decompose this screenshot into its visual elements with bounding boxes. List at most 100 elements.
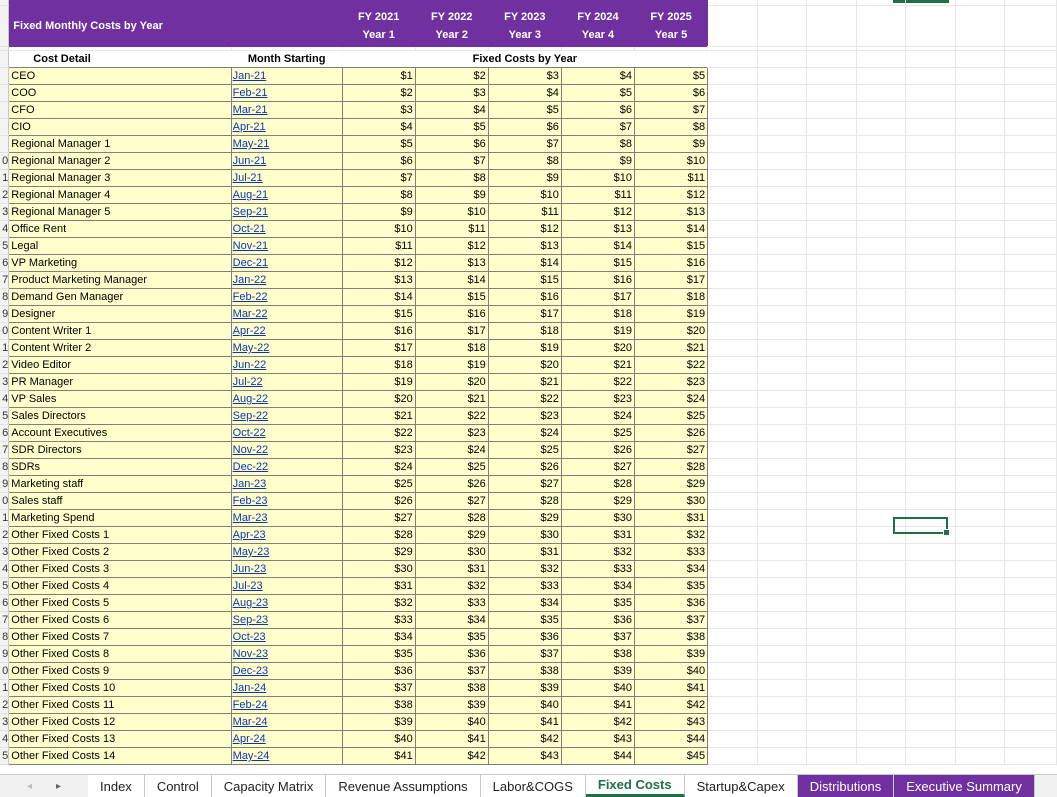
fixed-cost-value[interactable]: $24 (560, 407, 635, 425)
empty-cell[interactable] (806, 594, 857, 612)
empty-cell[interactable] (1004, 713, 1057, 731)
empty-cell[interactable] (806, 271, 857, 289)
fixed-cost-value[interactable]: $44 (633, 730, 709, 748)
empty-cell[interactable] (856, 492, 907, 510)
fixed-cost-value[interactable]: $3 (487, 67, 562, 85)
fixed-cost-value[interactable]: $36 (414, 645, 489, 663)
empty-cell[interactable] (806, 679, 857, 697)
fixed-cost-value[interactable]: $43 (633, 713, 709, 731)
fixed-cost-value[interactable]: $35 (414, 628, 489, 646)
fixed-cost-value[interactable]: $9 (633, 135, 709, 153)
fixed-cost-value[interactable]: $12 (487, 220, 562, 238)
fixed-cost-value[interactable]: $16 (633, 254, 709, 272)
empty-cell[interactable] (707, 713, 758, 731)
fixed-cost-value[interactable]: $43 (560, 730, 635, 748)
cost-detail-cell[interactable]: Other Fixed Costs 7 (8, 628, 232, 646)
empty-cell[interactable] (856, 288, 907, 306)
fixed-cost-value[interactable]: $42 (487, 730, 562, 748)
empty-cell[interactable] (757, 373, 808, 391)
fixed-cost-value[interactable]: $14 (341, 288, 416, 306)
month-starting-link[interactable]: May-24 (230, 747, 343, 765)
empty-cell[interactable] (905, 186, 956, 204)
month-starting-link[interactable]: Feb-22 (230, 288, 343, 306)
month-starting-link[interactable]: Aug-23 (230, 594, 343, 612)
empty-cell[interactable] (955, 424, 1006, 442)
fixed-cost-value[interactable]: $44 (560, 747, 635, 765)
empty-cell[interactable] (856, 169, 907, 187)
month-starting-link[interactable]: Oct-22 (230, 424, 343, 442)
fixed-cost-value[interactable]: $24 (487, 424, 562, 442)
empty-cell[interactable] (806, 560, 857, 578)
cost-detail-cell[interactable]: CEO (8, 67, 232, 85)
fixed-cost-value[interactable]: $37 (414, 662, 489, 680)
empty-cell[interactable] (856, 50, 907, 68)
fixed-cost-value[interactable]: $23 (487, 407, 562, 425)
empty-cell[interactable] (955, 526, 1006, 544)
empty-cell[interactable] (955, 271, 1006, 289)
fixed-cost-value[interactable]: $4 (560, 67, 635, 85)
empty-cell[interactable] (707, 560, 758, 578)
empty-cell[interactable] (757, 458, 808, 476)
month-starting-link[interactable]: Aug-21 (230, 186, 343, 204)
fixed-cost-value[interactable]: $22 (633, 356, 709, 374)
empty-cell[interactable] (905, 169, 956, 187)
empty-cell[interactable] (707, 101, 758, 119)
empty-cell[interactable] (1004, 118, 1057, 136)
fixed-cost-value[interactable]: $40 (414, 713, 489, 731)
empty-cell[interactable] (757, 67, 808, 85)
empty-cell[interactable] (905, 322, 956, 340)
month-starting-link[interactable]: Jul-21 (230, 169, 343, 187)
fixed-cost-value[interactable]: $8 (414, 169, 489, 187)
month-starting-link[interactable]: Mar-23 (230, 509, 343, 527)
empty-cell[interactable] (1004, 254, 1057, 272)
fixed-cost-value[interactable]: $21 (341, 407, 416, 425)
empty-cell[interactable] (856, 611, 907, 629)
cost-detail-cell[interactable]: CIO (8, 118, 232, 136)
fixed-cost-value[interactable]: $30 (487, 526, 562, 544)
empty-cell[interactable] (806, 220, 857, 238)
empty-cell[interactable] (955, 441, 1006, 459)
fixed-cost-value[interactable]: $39 (487, 679, 562, 697)
empty-cell[interactable] (806, 458, 857, 476)
month-starting-link[interactable]: Jul-22 (230, 373, 343, 391)
fixed-cost-value[interactable]: $22 (560, 373, 635, 391)
empty-cell[interactable] (806, 67, 857, 85)
empty-cell[interactable] (1004, 696, 1057, 714)
empty-cell[interactable] (905, 271, 956, 289)
empty-cell[interactable] (905, 458, 956, 476)
cost-detail-cell[interactable]: Regional Manager 2 (8, 152, 232, 170)
empty-cell[interactable] (1004, 747, 1057, 765)
empty-cell[interactable] (757, 730, 808, 748)
fixed-cost-value[interactable]: $4 (414, 101, 489, 119)
empty-cell[interactable] (955, 101, 1006, 119)
empty-cell[interactable] (806, 186, 857, 204)
fixed-cost-value[interactable]: $26 (341, 492, 416, 510)
empty-cell[interactable] (757, 356, 808, 374)
empty-cell[interactable] (707, 696, 758, 714)
fixed-cost-value[interactable]: $34 (341, 628, 416, 646)
fixed-cost-value[interactable]: $6 (633, 84, 709, 102)
fixed-cost-value[interactable]: $42 (414, 747, 489, 765)
cost-detail-cell[interactable]: Demand Gen Manager (8, 288, 232, 306)
fixed-cost-value[interactable]: $35 (633, 577, 709, 595)
fixed-cost-value[interactable]: $17 (487, 305, 562, 323)
cost-detail-cell[interactable]: Other Fixed Costs 6 (8, 611, 232, 629)
cost-detail-cell[interactable]: Other Fixed Costs 8 (8, 645, 232, 663)
empty-cell[interactable] (1004, 679, 1057, 697)
empty-cell[interactable] (905, 356, 956, 374)
empty-cell[interactable] (1004, 288, 1057, 306)
fixed-cost-value[interactable]: $20 (341, 390, 416, 408)
fixed-cost-value[interactable]: $32 (633, 526, 709, 544)
empty-cell[interactable] (806, 203, 857, 221)
fixed-cost-value[interactable]: $39 (414, 696, 489, 714)
fixed-cost-value[interactable]: $11 (341, 237, 416, 255)
fixed-cost-value[interactable]: $16 (414, 305, 489, 323)
fixed-cost-value[interactable]: $40 (487, 696, 562, 714)
empty-cell[interactable] (856, 560, 907, 578)
fixed-cost-value[interactable]: $45 (633, 747, 709, 765)
month-starting-link[interactable]: Nov-22 (230, 441, 343, 459)
fixed-cost-value[interactable]: $34 (414, 611, 489, 629)
month-starting-link[interactable]: Jul-23 (230, 577, 343, 595)
empty-cell[interactable] (757, 407, 808, 425)
fixed-cost-value[interactable]: $19 (633, 305, 709, 323)
